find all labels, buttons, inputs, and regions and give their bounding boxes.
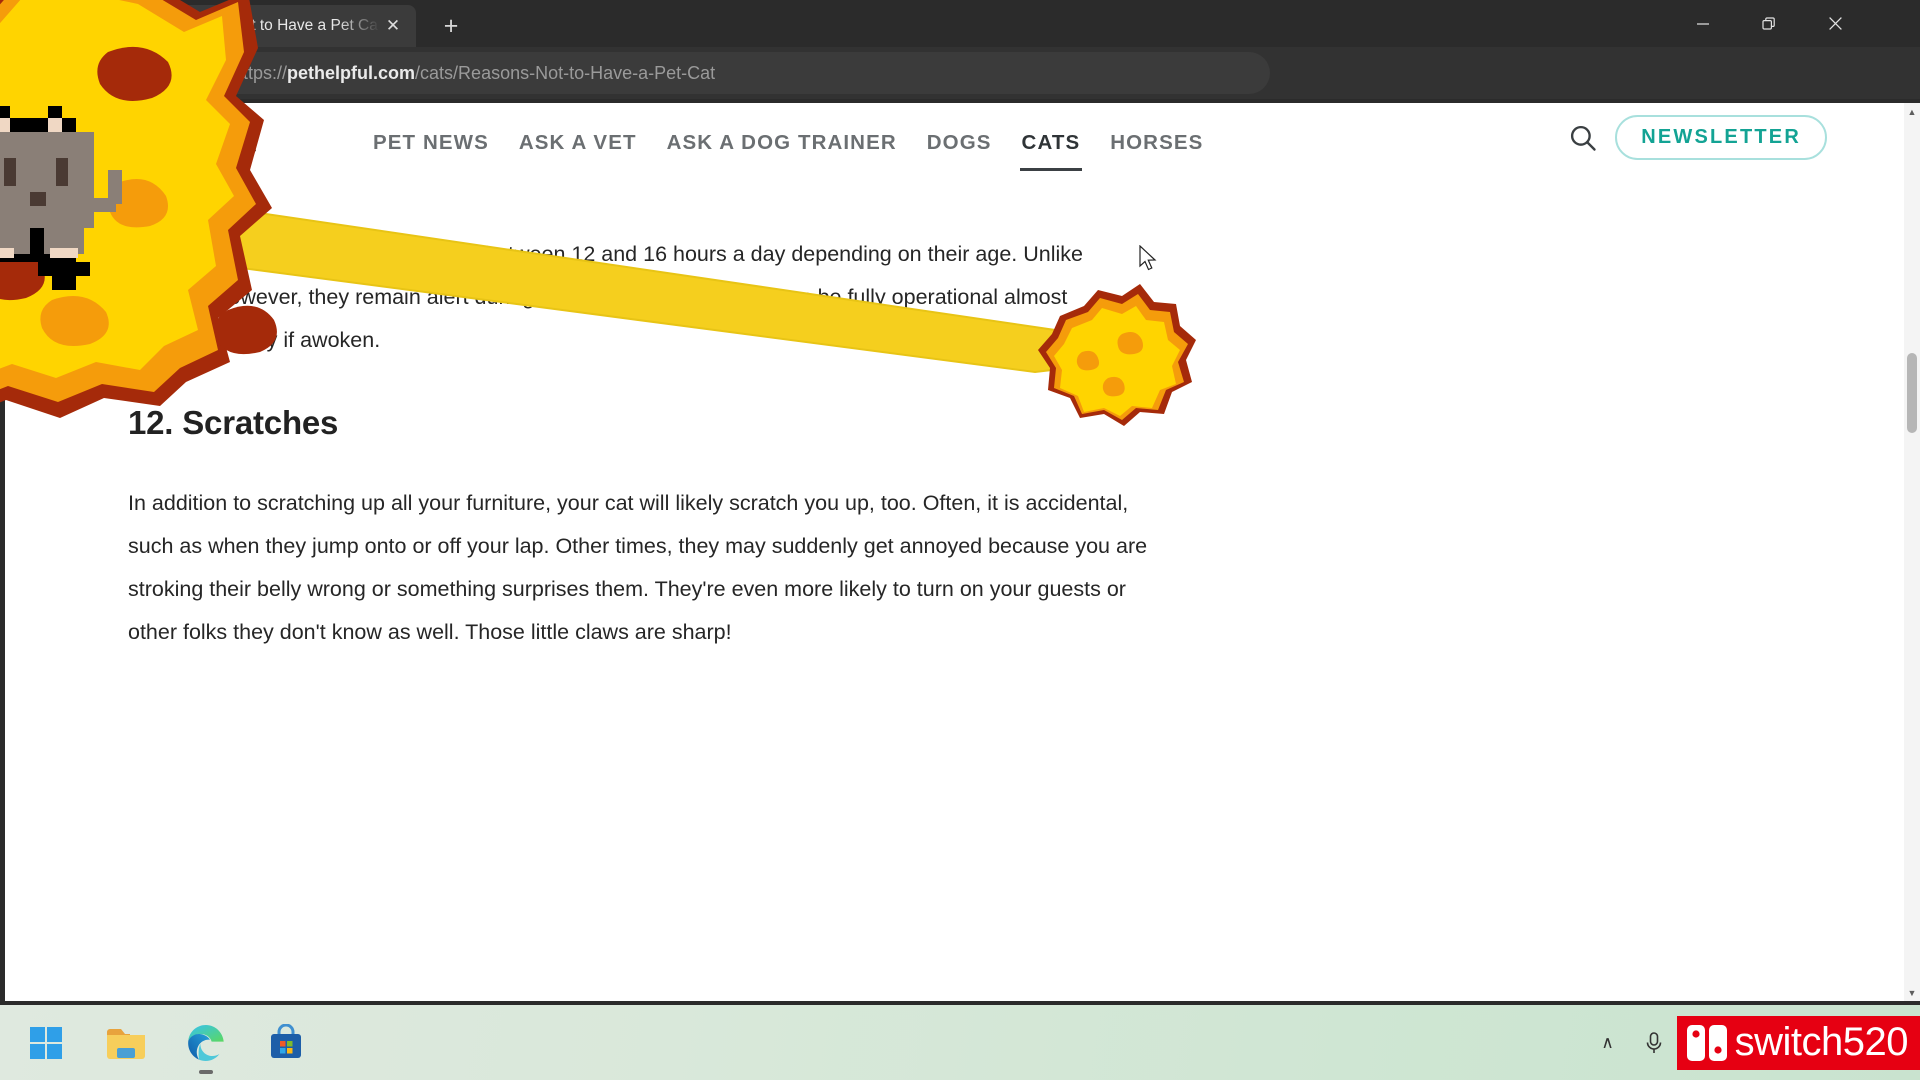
watermark-text: switch520 [1734, 1020, 1909, 1064]
close-icon [1828, 17, 1842, 30]
new-tab-icon[interactable]: + [435, 11, 467, 41]
page-scrollbar[interactable]: ▲ ▼ [1904, 103, 1920, 1001]
nav-item-pet-news[interactable]: PET NEWS [371, 121, 491, 171]
nav-item-cats[interactable]: CATS [1019, 121, 1083, 171]
address-bar[interactable]: https://pethelpful.com/cats/Reasons-Not-… [115, 52, 1270, 94]
nintendo-switch-icon [1686, 1024, 1727, 1061]
taskbar-app-list [22, 1019, 310, 1067]
site-logo[interactable]: pful [185, 109, 259, 162]
microsoft-edge-icon[interactable] [182, 1019, 230, 1067]
tab-strip: 5 Reasons Not to Have a Pet Ca ✕ + [0, 0, 1920, 47]
browser-toolbar: https://pethelpful.com/cats/Reasons-Not-… [0, 47, 1920, 137]
nav-item-horses[interactable]: HORSES [1108, 121, 1205, 171]
taskbar: ∧ switch520 [0, 1005, 1920, 1080]
file-explorer-icon[interactable] [102, 1019, 150, 1067]
nav-item-ask-a-vet[interactable]: ASK A VET [517, 121, 639, 171]
section-heading: 12. Scratches [128, 404, 339, 441]
url-text: https://pethelpful.com/cats/Reasons-Not-… [233, 62, 716, 83]
microsoft-store-icon[interactable] [262, 1019, 310, 1067]
window-close-button[interactable] [1804, 0, 1866, 47]
mouse-cursor [1139, 245, 1157, 271]
folder-icon [107, 1028, 145, 1059]
scroll-down-arrow-icon[interactable]: ▼ [1904, 984, 1920, 1001]
show-hidden-icons-chevron[interactable]: ∧ [1585, 1033, 1631, 1053]
newsletter-button[interactable]: NEWSLETTER [1615, 115, 1827, 160]
store-bag-icon [271, 1023, 301, 1058]
window-minimize-button[interactable] [1672, 0, 1734, 47]
site-header-actions: NEWSLETTER [1565, 115, 1827, 160]
start-button[interactable] [22, 1019, 70, 1067]
nav-item-dogs[interactable]: DOGS [925, 121, 994, 171]
close-tab-icon[interactable]: ✕ [380, 13, 406, 39]
tab-title: 5 Reasons Not to Have a Pet Ca [153, 17, 378, 34]
watermark-badge: switch520 [1676, 1015, 1920, 1070]
window-maximize-button[interactable] [1738, 0, 1800, 47]
site-nav: PET NEWS ASK A VET ASK A DOG TRAINER DOG… [371, 121, 1205, 171]
browser-tab[interactable]: 5 Reasons Not to Have a Pet Ca ✕ [131, 5, 416, 47]
paragraph-above: hemselves usually sleep somewhere betwee… [128, 242, 1083, 352]
scroll-up-arrow-icon[interactable]: ▲ [1904, 103, 1920, 120]
nav-item-ask-a-dog-trainer[interactable]: ASK A DOG TRAINER [665, 121, 899, 171]
article-body: hemselves usually sleep somewhere betwee… [128, 233, 1168, 680]
edge-logo-icon [188, 1024, 224, 1061]
paragraph-main: In addition to scratching up all your fu… [128, 491, 1148, 644]
search-icon[interactable] [1565, 120, 1601, 156]
windows-logo-icon [30, 1026, 62, 1059]
minimize-icon [1697, 22, 1709, 25]
browser-window: 5 Reasons Not to Have a Pet Ca ✕ + https… [0, 0, 1920, 1005]
system-tray: ∧ switch520 [1585, 1005, 1920, 1080]
microphone-icon[interactable] [1631, 1031, 1677, 1055]
restore-icon [1762, 16, 1775, 30]
site-header: pful PET NEWS ASK A VET ASK A DOG TRAINE… [5, 103, 1885, 171]
scrollbar-thumb[interactable] [1907, 353, 1917, 433]
page-viewport: pful PET NEWS ASK A VET ASK A DOG TRAINE… [5, 103, 1915, 1001]
